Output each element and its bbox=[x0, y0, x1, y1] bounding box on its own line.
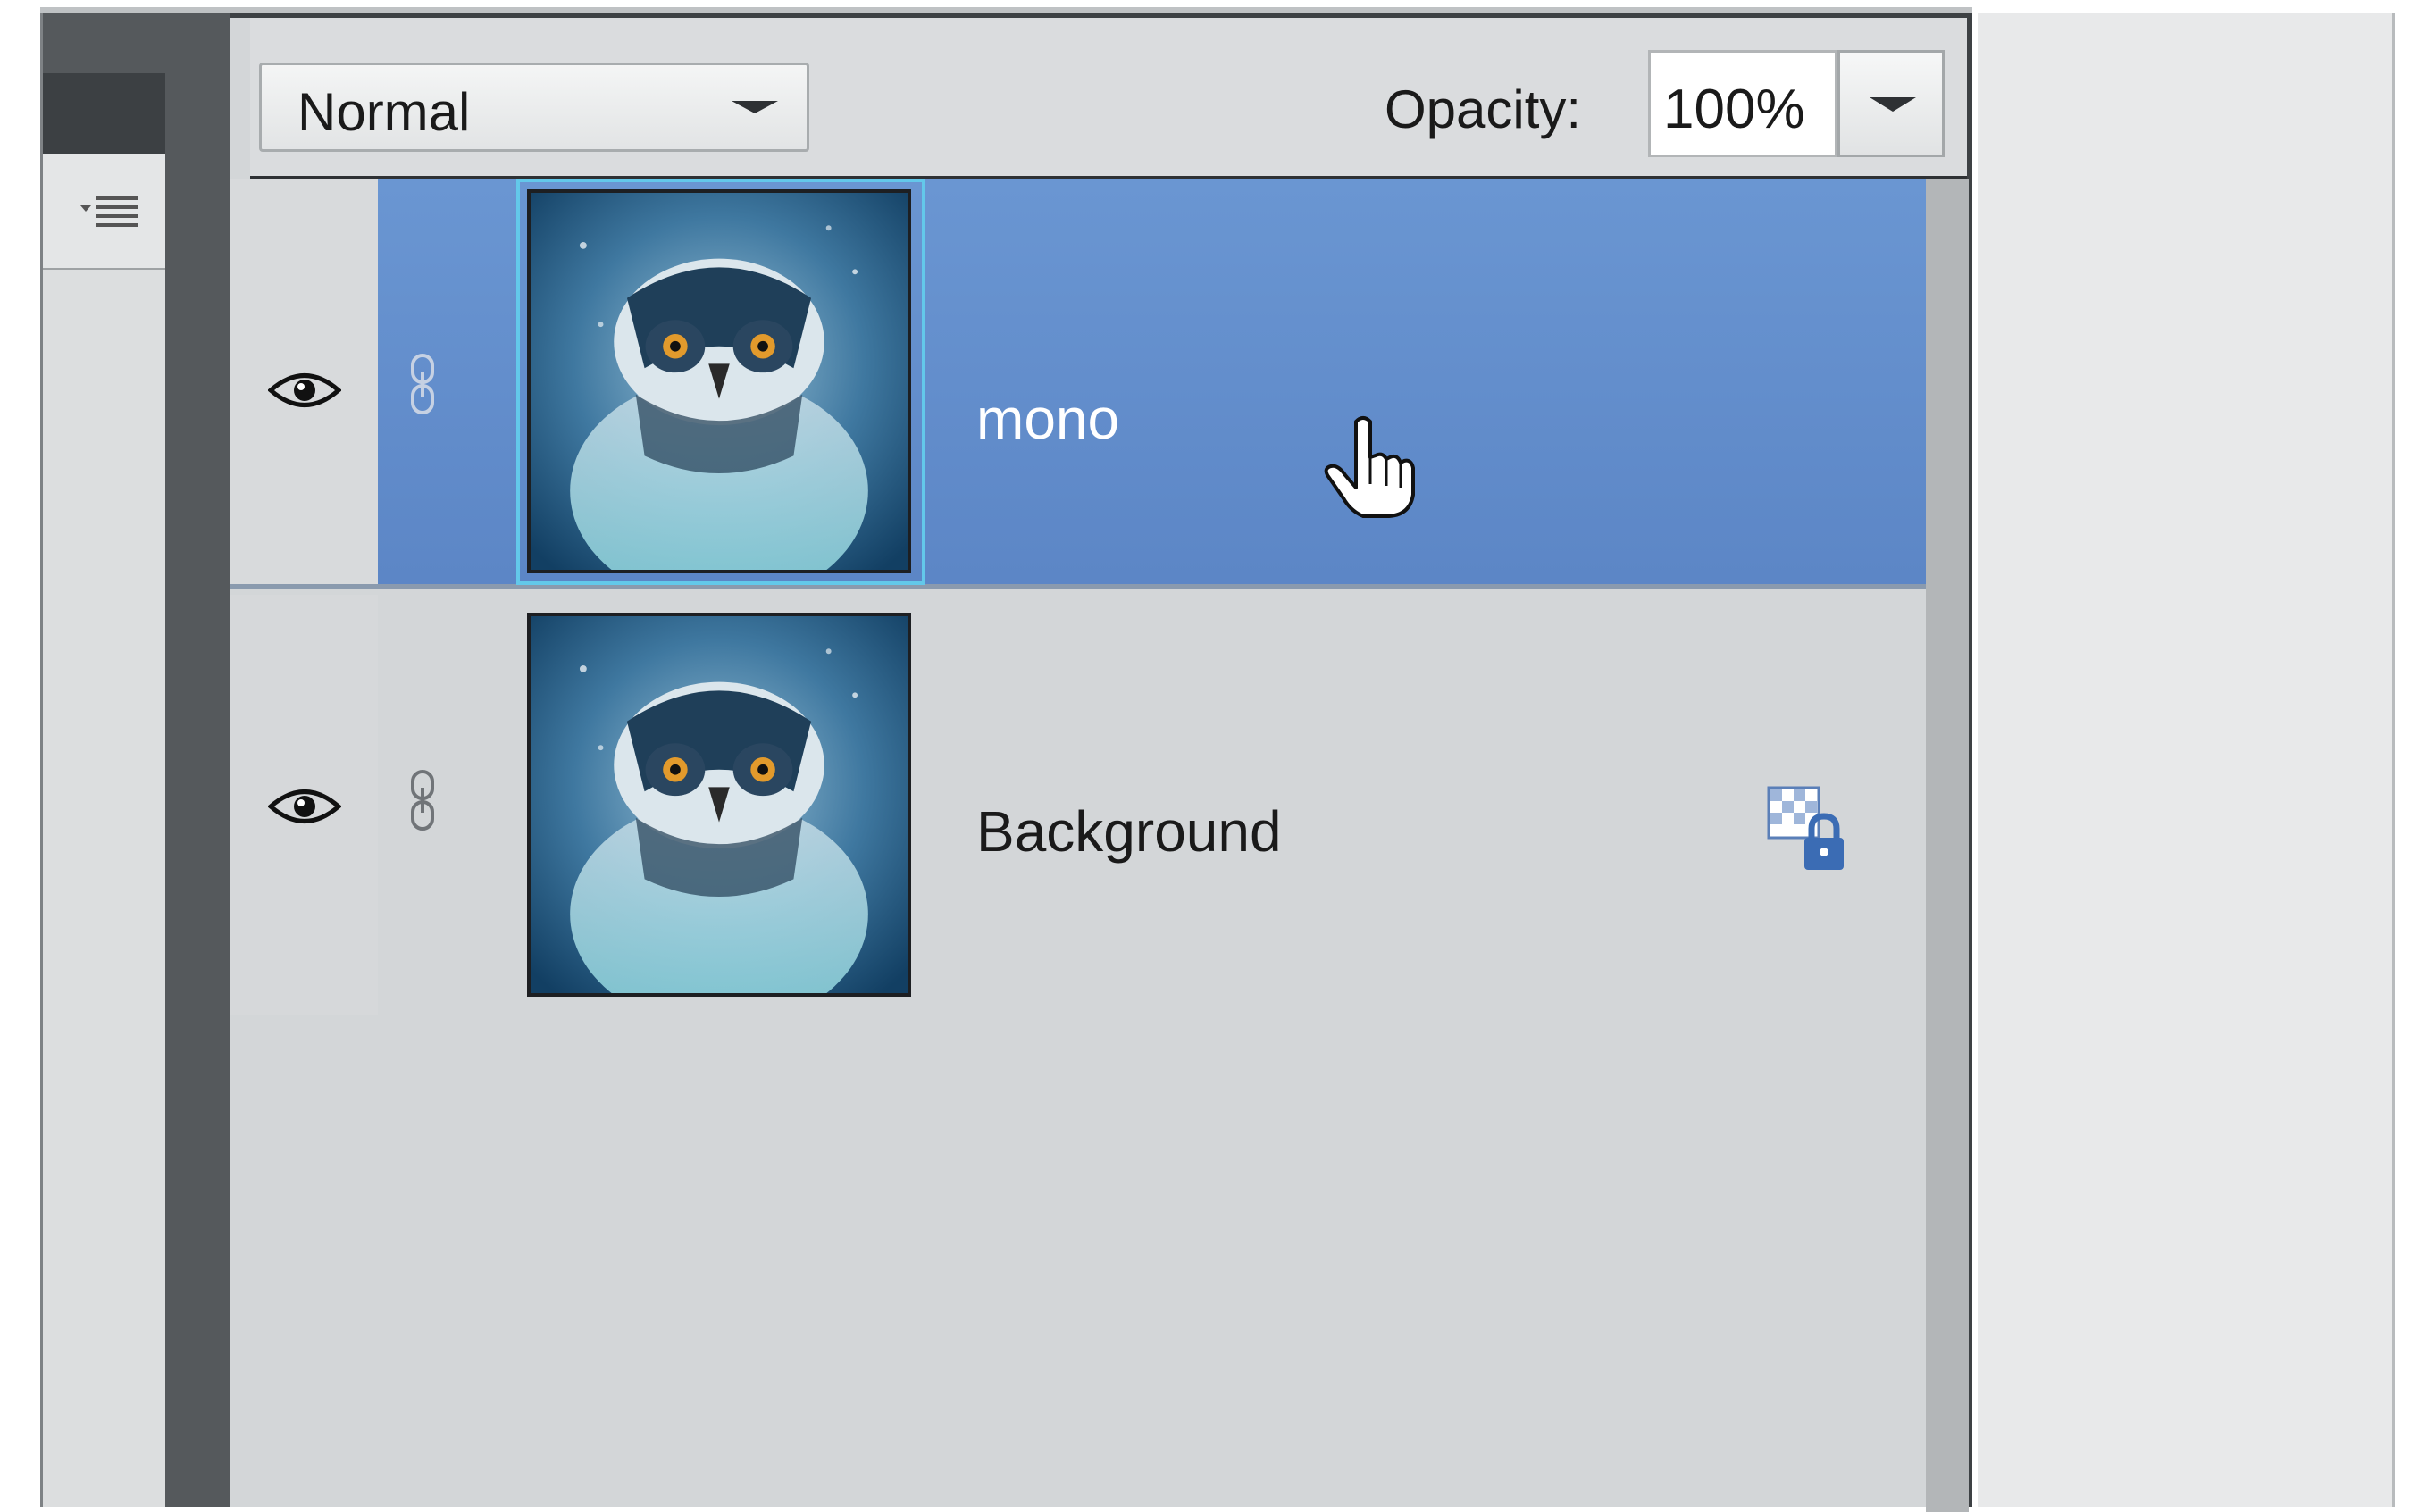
layer-thumbnail[interactable] bbox=[527, 613, 911, 997]
link-icon[interactable] bbox=[407, 768, 438, 832]
link-icon[interactable] bbox=[407, 352, 438, 416]
document-area bbox=[1978, 13, 2395, 1507]
eye-icon[interactable] bbox=[268, 368, 341, 413]
panel-gutter bbox=[165, 13, 230, 1507]
panel-menu-button[interactable] bbox=[43, 154, 168, 270]
hand-cursor-icon bbox=[1324, 416, 1415, 518]
left-dock bbox=[40, 13, 168, 1507]
layers-toolbar: Normal Opacity: 100% bbox=[250, 18, 1967, 179]
visibility-column bbox=[230, 595, 378, 1015]
dock-tab-dark[interactable] bbox=[43, 73, 168, 154]
visibility-column bbox=[230, 179, 378, 584]
blend-mode-value: Normal bbox=[297, 82, 471, 142]
layer-thumbnail[interactable] bbox=[527, 189, 911, 573]
dock-tab[interactable] bbox=[43, 13, 168, 73]
layer-name[interactable]: mono bbox=[976, 386, 1119, 452]
layer-name[interactable]: Background bbox=[976, 798, 1282, 865]
chevron-down-icon bbox=[1870, 97, 1916, 112]
layers-panel: Normal Opacity: 100% mono Background bbox=[230, 13, 1972, 1512]
panel-menu-icon bbox=[80, 196, 138, 227]
blend-mode-select[interactable]: Normal bbox=[259, 63, 809, 152]
eye-icon[interactable] bbox=[268, 784, 341, 829]
layer-row-mono[interactable]: mono bbox=[230, 179, 1926, 589]
chevron-down-icon bbox=[732, 101, 778, 113]
opacity-input[interactable]: 100% bbox=[1648, 50, 1837, 157]
opacity-dropdown-button[interactable] bbox=[1837, 50, 1945, 157]
layer-row-background[interactable]: Background bbox=[230, 595, 1926, 1015]
layers-scrollbar[interactable] bbox=[1926, 179, 1969, 1512]
transparency-lock-icon[interactable] bbox=[1767, 786, 1847, 872]
opacity-label: Opacity: bbox=[1385, 79, 1582, 139]
link-column bbox=[378, 179, 516, 584]
